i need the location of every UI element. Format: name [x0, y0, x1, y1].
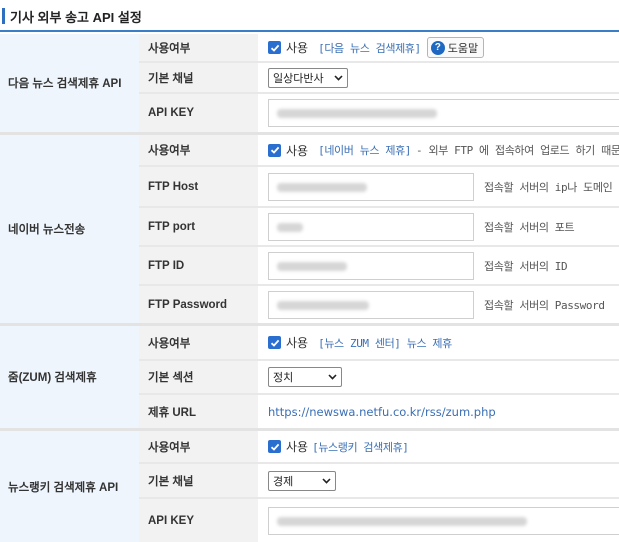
naver-ftp-password-label: FTP Password — [139, 286, 258, 323]
ftp-host-hint: 접속할 서버의 ip나 도메인 — [484, 180, 613, 194]
naver-ftp-port-label: FTP port — [139, 208, 258, 245]
zum-section-row: 기본 섹션 정치 — [139, 361, 619, 393]
newsranky-apikey-input[interactable] — [268, 506, 619, 535]
question-circle-icon: ? — [430, 40, 445, 55]
chevron-down-icon — [322, 477, 331, 484]
zum-section-label: 줌(ZUM) 검색제휴 — [0, 326, 139, 428]
newsranky-use-checkbox[interactable] — [268, 440, 281, 453]
daum-use-checkbox[interactable] — [268, 41, 281, 54]
zum-use-label: 사용여부 — [139, 326, 258, 359]
naver-ftp-note: - 외부 FTP 에 접속하여 업로드 하기 때문 — [416, 144, 619, 157]
zum-use-checkbox[interactable] — [268, 336, 281, 349]
daum-use-row: 사용여부 사용 [다음 뉴스 검색제휴] ? 도움말 — [139, 34, 619, 61]
chevron-down-icon — [328, 374, 337, 380]
naver-ftp-port-row: FTP port 접속할 서버의 포트 — [139, 208, 619, 245]
zum-use-row: 사용여부 사용 [뉴스 ZUM 센터] 뉴스 제휴 — [139, 326, 619, 359]
ftp-password-hint: 접속할 서버의 Password — [484, 298, 605, 312]
ftp-id-hint: 접속할 서버의 ID — [484, 259, 568, 273]
daum-partner-link[interactable]: [다음 뉴스 검색제휴] — [318, 40, 421, 56]
check-icon — [270, 44, 279, 52]
ftp-id-input[interactable] — [268, 251, 474, 280]
daum-channel-label: 기본 채널 — [139, 63, 258, 92]
ftp-password-input[interactable] — [268, 290, 474, 319]
naver-ftp-host-row: FTP Host 접속할 서버의 ip나 도메인 — [139, 167, 619, 206]
newsranky-partner-link[interactable]: [뉴스랭키 검색제휴] — [312, 439, 409, 455]
daum-apikey-row: API KEY — [139, 94, 619, 132]
newsranky-channel-value: 경제 — [273, 475, 294, 488]
daum-channel-value: 일상다반사 — [273, 72, 324, 85]
check-icon — [270, 339, 279, 347]
newsranky-use-checkbox-label[interactable]: 사용 — [286, 438, 308, 455]
daum-use-label: 사용여부 — [139, 34, 258, 61]
naver-partner-link[interactable]: [네이버 뉴스 제휴] — [318, 142, 411, 158]
zum-section-select[interactable]: 정치 — [268, 367, 342, 387]
ftp-port-input[interactable] — [268, 212, 474, 241]
zum-section-value: 정치 — [273, 372, 294, 384]
newsranky-channel-label: 기본 채널 — [139, 464, 258, 497]
newsranky-use-label: 사용여부 — [139, 431, 258, 462]
newsranky-channel-select[interactable]: 경제 — [268, 470, 336, 491]
daum-apikey-input[interactable] — [268, 99, 619, 127]
daum-apikey-label: API KEY — [139, 94, 258, 132]
daum-section-label: 다음 뉴스 검색제휴 API — [0, 34, 139, 132]
zum-partner-link[interactable]: [뉴스 ZUM 센터] 뉴스 제휴 — [318, 335, 452, 351]
daum-help-button[interactable]: ? 도움말 — [426, 37, 485, 58]
page-title: 기사 외부 송고 API 설정 — [10, 10, 142, 25]
zum-partner-url[interactable]: https://newswa.netfu.co.kr/rss/zum.php — [268, 405, 496, 419]
naver-ftp-id-row: FTP ID 접속할 서버의 ID — [139, 247, 619, 284]
check-icon — [270, 443, 279, 451]
help-button-label: 도움말 — [447, 42, 479, 55]
naver-ftp-id-label: FTP ID — [139, 247, 258, 284]
naver-use-label: 사용여부 — [139, 135, 258, 165]
newsranky-use-row: 사용여부 사용 [뉴스랭키 검색제휴] — [139, 431, 619, 462]
newsranky-section-label: 뉴스랭키 검색제휴 API — [0, 431, 139, 542]
newsranky-apikey-row: API KEY — [139, 499, 619, 542]
naver-ftp-host-label: FTP Host — [139, 167, 258, 206]
chevron-down-icon — [334, 74, 343, 81]
newsranky-channel-row: 기본 채널 경제 — [139, 464, 619, 497]
naver-section-label: 네이버 뉴스전송 — [0, 135, 139, 323]
daum-use-checkbox-label[interactable]: 사용 — [286, 39, 308, 56]
zum-url-row: 제휴 URL https://newswa.netfu.co.kr/rss/zu… — [139, 395, 619, 428]
title-bullet-icon — [2, 8, 5, 24]
daum-channel-select[interactable]: 일상다반사 — [268, 67, 348, 88]
zum-section-select-label: 기본 섹션 — [139, 361, 258, 393]
naver-ftp-password-row: FTP Password 접속할 서버의 Password — [139, 286, 619, 323]
ftp-host-input[interactable] — [268, 172, 474, 201]
ftp-port-hint: 접속할 서버의 포트 — [484, 220, 575, 234]
naver-use-checkbox[interactable] — [268, 143, 281, 157]
naver-use-row: 사용여부 사용 [네이버 뉴스 제휴] - 외부 FTP 에 접속하여 업로드 … — [139, 135, 619, 165]
zum-use-checkbox-label[interactable]: 사용 — [286, 334, 308, 351]
naver-use-checkbox-label[interactable]: 사용 — [286, 142, 308, 159]
newsranky-apikey-label: API KEY — [139, 499, 258, 542]
page-header: 기사 외부 송고 API 설정 — [0, 0, 619, 32]
zum-url-label: 제휴 URL — [139, 395, 258, 428]
daum-channel-row: 기본 채널 일상다반사 — [139, 63, 619, 92]
check-icon — [270, 146, 279, 154]
